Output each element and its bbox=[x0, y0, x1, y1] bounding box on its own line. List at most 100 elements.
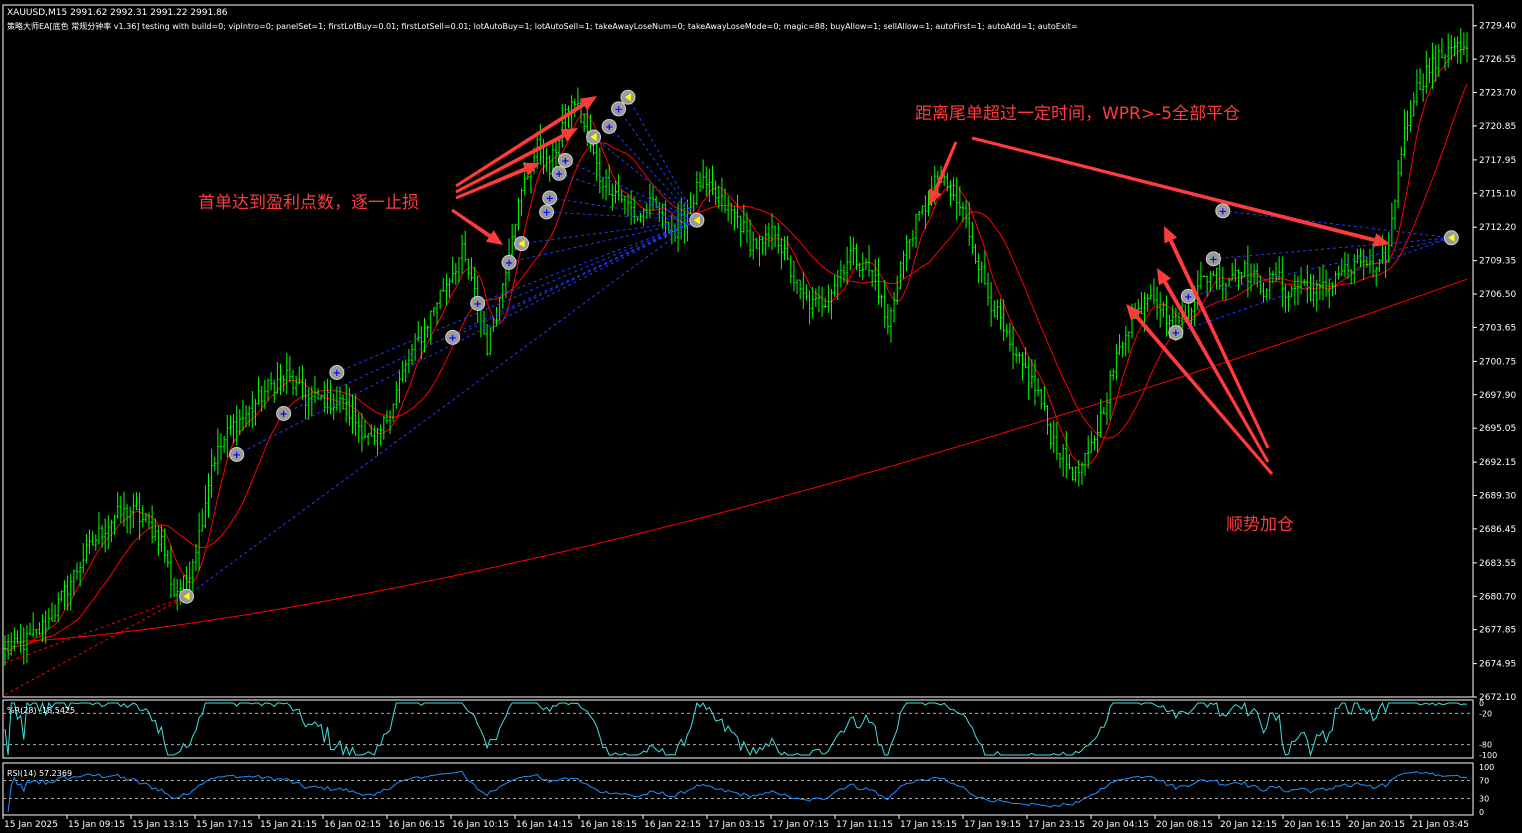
time-tick-label: 16 Jan 18:15 bbox=[580, 820, 637, 830]
price-tick-label: 2729.40 bbox=[1479, 22, 1516, 32]
order-line bbox=[186, 219, 698, 597]
price-tick-label: 2695.05 bbox=[1479, 424, 1516, 434]
chart-canvas[interactable]: ++++++++++++++++ 2729.402726.552723.7027… bbox=[0, 0, 1522, 833]
open-marker-icon: + bbox=[1184, 292, 1192, 303]
time-tick-label: 15 Jan 09:15 bbox=[68, 820, 125, 830]
ma-mid-line bbox=[4, 83, 1468, 652]
main-frame bbox=[2, 4, 1474, 698]
arrow-head bbox=[1372, 233, 1390, 247]
order-lines bbox=[4, 96, 1452, 696]
price-tick-label: 2723.70 bbox=[1479, 89, 1516, 99]
annotation-arrow bbox=[971, 136, 1390, 247]
rsi-level-label: 100 bbox=[1479, 763, 1494, 772]
annotation-arrow bbox=[455, 96, 597, 188]
price-tick-label: 2683.55 bbox=[1479, 559, 1516, 569]
open-marker-icon: + bbox=[1209, 254, 1217, 265]
price-tick-label: 2686.45 bbox=[1479, 525, 1516, 535]
wpr-panel: 0-20 -80-100 bbox=[3, 699, 1497, 760]
time-tick-label: 15 Jan 17:15 bbox=[196, 820, 253, 830]
time-tick-label: 16 Jan 10:15 bbox=[452, 820, 509, 830]
price-tick-label: 2672.10 bbox=[1479, 693, 1516, 703]
rsi-label: RSI(14) 57.2369 bbox=[7, 769, 72, 778]
order-line bbox=[618, 108, 698, 221]
ma-fast-line bbox=[4, 47, 1468, 652]
time-tick-label: 15 Jan 13:15 bbox=[132, 820, 189, 830]
annotation-arrow bbox=[1157, 268, 1270, 463]
wpr-level-label: -100 bbox=[1479, 751, 1497, 760]
ma-slow-line bbox=[5, 278, 1468, 643]
open-marker-icon: + bbox=[232, 450, 240, 461]
time-tick-label: 17 Jan 07:15 bbox=[772, 820, 829, 830]
price-tick-label: 2692.15 bbox=[1479, 458, 1516, 468]
open-marker-icon: + bbox=[505, 258, 513, 269]
rsi-level-label: 0 bbox=[1479, 808, 1484, 817]
price-tick-label: 2689.30 bbox=[1479, 492, 1516, 502]
annotation-arrow bbox=[1126, 304, 1274, 475]
arrow-shaft bbox=[451, 208, 491, 238]
ea-info-label: 策略大师EA[底色 常规分钟率 v1.36] testing with buil… bbox=[7, 21, 1078, 31]
arrow-shaft bbox=[1134, 314, 1274, 475]
time-tick-label: 20 Jan 12:15 bbox=[1220, 820, 1277, 830]
open-marker-icon: + bbox=[1219, 206, 1227, 217]
open-marker-icon: + bbox=[605, 122, 613, 133]
rsi-level-label: 70 bbox=[1479, 777, 1489, 786]
price-tick-label: 2677.85 bbox=[1479, 626, 1516, 636]
time-tick-label: 15 Jan 21:15 bbox=[260, 820, 317, 830]
wpr-line bbox=[4, 701, 1468, 757]
price-candles bbox=[3, 28, 1469, 666]
first-order-line bbox=[4, 595, 187, 664]
order-line bbox=[236, 219, 698, 455]
wpr-level-label: -20 bbox=[1479, 709, 1492, 718]
price-tick-label: 2703.65 bbox=[1479, 323, 1516, 333]
time-tick-label: 15 Jan 2025 bbox=[4, 820, 58, 830]
time-tick-label: 20 Jan 20:15 bbox=[1348, 820, 1405, 830]
open-marker-icon: + bbox=[555, 169, 563, 180]
price-tick-label: 2674.95 bbox=[1479, 660, 1516, 670]
rsi-frame bbox=[2, 762, 1474, 816]
time-tick-label: 16 Jan 02:15 bbox=[324, 820, 381, 830]
open-marker-icon: + bbox=[474, 299, 482, 310]
price-tick-label: 2697.90 bbox=[1479, 391, 1516, 401]
price-tick-label: 2717.95 bbox=[1479, 156, 1516, 166]
open-marker-icon: + bbox=[561, 156, 569, 167]
wpr-frame bbox=[2, 699, 1474, 759]
arrow-shaft bbox=[455, 133, 565, 194]
open-marker-icon: + bbox=[614, 104, 622, 115]
annotation-arrows bbox=[451, 96, 1390, 475]
open-marker-icon: + bbox=[546, 193, 554, 204]
price-axis: 2729.40 2726.55 2723.70 2720.85 2717.95 2715.… bbox=[1473, 22, 1516, 703]
time-tick-label: 21 Jan 03:45 bbox=[1412, 820, 1469, 830]
time-tick-label: 20 Jan 16:15 bbox=[1284, 820, 1341, 830]
time-tick-label: 17 Jan 03:15 bbox=[708, 820, 765, 830]
price-tick-label: 2720.85 bbox=[1479, 122, 1516, 132]
annotation-close-all: 距离尾单超过一定时间，WPR>-5全部平仓 bbox=[915, 104, 1240, 124]
first-order-line bbox=[4, 595, 187, 696]
arrow-shaft bbox=[971, 136, 1375, 243]
annotation-take-profit: 首单达到盈利点数，逐一止损 bbox=[198, 193, 419, 213]
time-tick-label: 20 Jan 04:15 bbox=[1092, 820, 1149, 830]
price-tick-label: 2715.10 bbox=[1479, 189, 1516, 199]
time-tick-label: 16 Jan 22:15 bbox=[644, 820, 701, 830]
price-tick-label: 2680.70 bbox=[1479, 592, 1516, 602]
rsi-panel: 100 70 30 0 bbox=[3, 763, 1494, 817]
time-tick-label: 16 Jan 14:15 bbox=[516, 820, 573, 830]
order-line bbox=[1222, 210, 1452, 239]
symbol-label: XAUUSD,M15 2991.62 2992.31 2991.22 2991.… bbox=[7, 8, 228, 18]
wpr-level-label: 0 bbox=[1479, 699, 1484, 708]
price-tick-label: 2709.35 bbox=[1479, 257, 1516, 267]
trading-chart[interactable]: + + + + + + + + + + + + + + + + 2729.40 2726.55 2723.70 27… bbox=[0, 0, 1522, 833]
time-tick-label: 17 Jan 15:15 bbox=[900, 820, 957, 830]
arrow-head bbox=[485, 230, 503, 245]
wpr-label: %R(28) -18.5425 bbox=[7, 706, 75, 715]
order-line bbox=[1175, 237, 1452, 334]
price-tick-label: 2712.20 bbox=[1479, 223, 1516, 233]
order-line bbox=[546, 211, 697, 221]
time-axis: 15 Jan 2025 15 Jan 09:15 15 Jan 13:15 15 Ja… bbox=[2, 815, 1469, 830]
order-line bbox=[283, 219, 698, 414]
annotation-arrow bbox=[451, 208, 503, 245]
order-line bbox=[627, 96, 698, 221]
open-marker-icon: + bbox=[1172, 328, 1180, 339]
time-tick-label: 20 Jan 08:15 bbox=[1156, 820, 1213, 830]
rsi-line bbox=[7, 770, 1468, 813]
time-tick-label: 17 Jan 23:15 bbox=[1028, 820, 1085, 830]
